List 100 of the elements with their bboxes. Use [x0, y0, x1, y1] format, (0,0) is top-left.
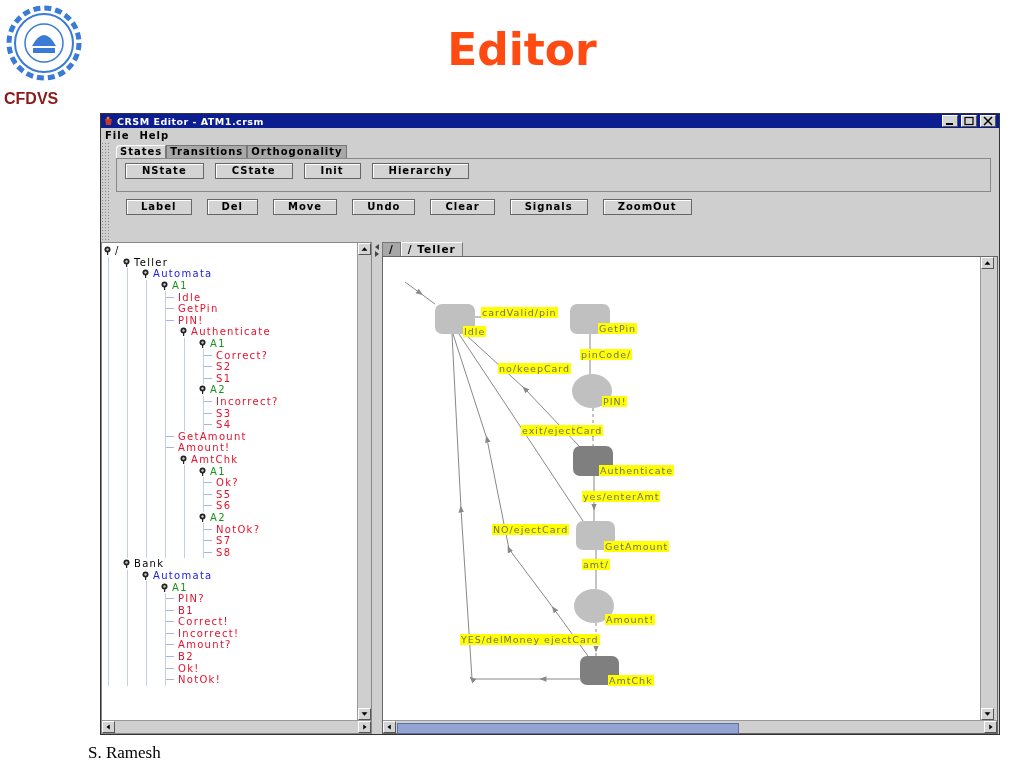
collapse-left-icon[interactable]	[374, 244, 380, 250]
expand-handle-icon[interactable]	[161, 582, 168, 592]
expand-handle-icon[interactable]	[180, 327, 187, 337]
close-icon[interactable]	[980, 115, 996, 127]
toolbar-button[interactable]: Hierarchy	[371, 163, 470, 179]
menu-item[interactable]: Help	[139, 129, 170, 141]
maximize-icon[interactable]	[961, 115, 977, 127]
tree-item[interactable]: B2	[178, 651, 194, 663]
tree-item[interactable]: S1	[216, 372, 232, 384]
expand-handle-icon[interactable]	[104, 246, 111, 256]
window-title: CRSM Editor - ATM1.crsm	[117, 115, 264, 127]
tree-item[interactable]: A2	[210, 511, 226, 523]
tree-item[interactable]: S8	[216, 546, 232, 558]
tree-item[interactable]: Authenticate	[191, 326, 271, 338]
horizontal-scrollbar[interactable]	[102, 720, 371, 733]
expand-handle-icon[interactable]	[161, 281, 168, 291]
toolbar-button[interactable]: NState	[125, 163, 204, 179]
scroll-up-icon[interactable]	[981, 257, 994, 269]
tree-item[interactable]: A1	[210, 338, 226, 350]
tree-item[interactable]: S6	[216, 500, 232, 512]
transition-label: amt/	[582, 559, 610, 570]
state-label: PIN!	[602, 396, 628, 407]
tree-item[interactable]: NotOk!	[178, 674, 221, 686]
tree-item[interactable]: S2	[216, 361, 232, 373]
tree-item[interactable]: NotOk?	[216, 523, 261, 535]
tree-item[interactable]: Amount!	[178, 442, 231, 454]
tree-item[interactable]: PIN!	[178, 314, 204, 326]
menu-item[interactable]: File	[105, 129, 130, 141]
tab[interactable]: States	[116, 145, 167, 158]
tree-item[interactable]: Ok?	[216, 477, 239, 489]
tree-item[interactable]: PIN?	[178, 593, 205, 605]
expand-handle-icon[interactable]	[199, 466, 206, 476]
tree-item[interactable]: S4	[216, 419, 232, 431]
tree-item[interactable]: A2	[210, 384, 226, 396]
tree-item[interactable]: B1	[178, 604, 194, 616]
expand-handle-icon[interactable]	[199, 339, 206, 349]
toolbar-button[interactable]: Signals	[509, 199, 588, 215]
toolbar-button[interactable]: Label	[126, 199, 192, 215]
tree-item[interactable]: Bank	[134, 558, 165, 570]
vertical-scrollbar[interactable]	[980, 257, 997, 720]
expand-handle-icon[interactable]	[142, 570, 149, 580]
scroll-left-icon[interactable]	[102, 721, 115, 733]
collapse-right-icon[interactable]	[374, 251, 380, 257]
state-label: GetAmount	[604, 541, 670, 552]
expand-handle-icon[interactable]	[123, 559, 130, 569]
vertical-scrollbar[interactable]	[357, 243, 371, 720]
tree-item[interactable]: Automata	[153, 268, 213, 280]
tree-item[interactable]: A1	[172, 280, 188, 292]
tree-item[interactable]: GetPin	[178, 303, 219, 315]
state-label: Amount!	[605, 614, 656, 625]
toolbar-button[interactable]: Undo	[352, 199, 416, 215]
tree-item[interactable]: Correct!	[178, 616, 229, 628]
tree-item[interactable]: S5	[216, 488, 232, 500]
tree-item[interactable]: Amount?	[178, 639, 232, 651]
tree-item[interactable]: S7	[216, 535, 232, 547]
horizontal-scrollbar[interactable]	[383, 720, 997, 733]
toolbar-button[interactable]: Init	[303, 163, 361, 179]
scroll-right-icon[interactable]	[358, 721, 371, 733]
tree-item[interactable]: GetAmount	[178, 430, 247, 442]
expand-handle-icon[interactable]	[123, 257, 130, 267]
scroll-left-icon[interactable]	[383, 721, 396, 733]
scroll-down-icon[interactable]	[981, 708, 994, 720]
toolbar-button[interactable]: Move	[273, 199, 338, 215]
tree-item[interactable]: Teller	[134, 256, 169, 268]
expand-handle-icon[interactable]	[142, 269, 149, 279]
tab[interactable]: / Teller	[400, 242, 463, 256]
transition-label: YES/delMoney ejectCard	[460, 634, 600, 645]
tree-item[interactable]: Automata	[153, 569, 213, 581]
expand-handle-icon[interactable]	[199, 512, 206, 522]
tree-item[interactable]: AmtChk	[191, 454, 239, 465]
state-label: Authenticate	[599, 465, 675, 476]
transition-label: NO/ejectCard	[492, 524, 570, 535]
scroll-thumb[interactable]	[397, 722, 739, 734]
expand-handle-icon[interactable]	[180, 455, 187, 464]
tree-item[interactable]: A1	[172, 581, 188, 593]
toolbar-button[interactable]: Clear	[430, 199, 495, 215]
tree-item[interactable]: /	[115, 245, 120, 257]
minimize-icon[interactable]	[942, 115, 958, 127]
tree-item[interactable]: Incorrect?	[216, 396, 279, 407]
scroll-down-icon[interactable]	[358, 708, 371, 720]
scroll-up-icon[interactable]	[358, 243, 371, 255]
tab[interactable]: Orthogonality	[247, 145, 347, 158]
tab[interactable]: /	[382, 242, 401, 256]
tree-item[interactable]: Ok!	[178, 662, 200, 674]
state-label: AmtChk	[608, 675, 654, 686]
expand-handle-icon[interactable]	[199, 385, 206, 395]
transition-label: cardValid/pin	[481, 307, 558, 318]
tree-item[interactable]: S3	[216, 407, 232, 419]
tab[interactable]: Transitions	[166, 145, 248, 158]
toolbar-button[interactable]: Del	[206, 199, 258, 215]
tree-item[interactable]: A1	[210, 465, 226, 477]
tree-item[interactable]: Correct?	[216, 349, 269, 361]
toolbar-button[interactable]: CState	[214, 163, 293, 179]
toolbar-button[interactable]: ZoomOut	[602, 199, 692, 215]
tree-item[interactable]: Idle	[178, 291, 202, 303]
transition-label: exit/ejectCard	[521, 425, 604, 436]
scroll-right-icon[interactable]	[984, 721, 997, 733]
state-label: Idle	[463, 326, 487, 337]
tree-item[interactable]: Incorrect!	[178, 627, 240, 639]
app-icon	[104, 116, 114, 126]
